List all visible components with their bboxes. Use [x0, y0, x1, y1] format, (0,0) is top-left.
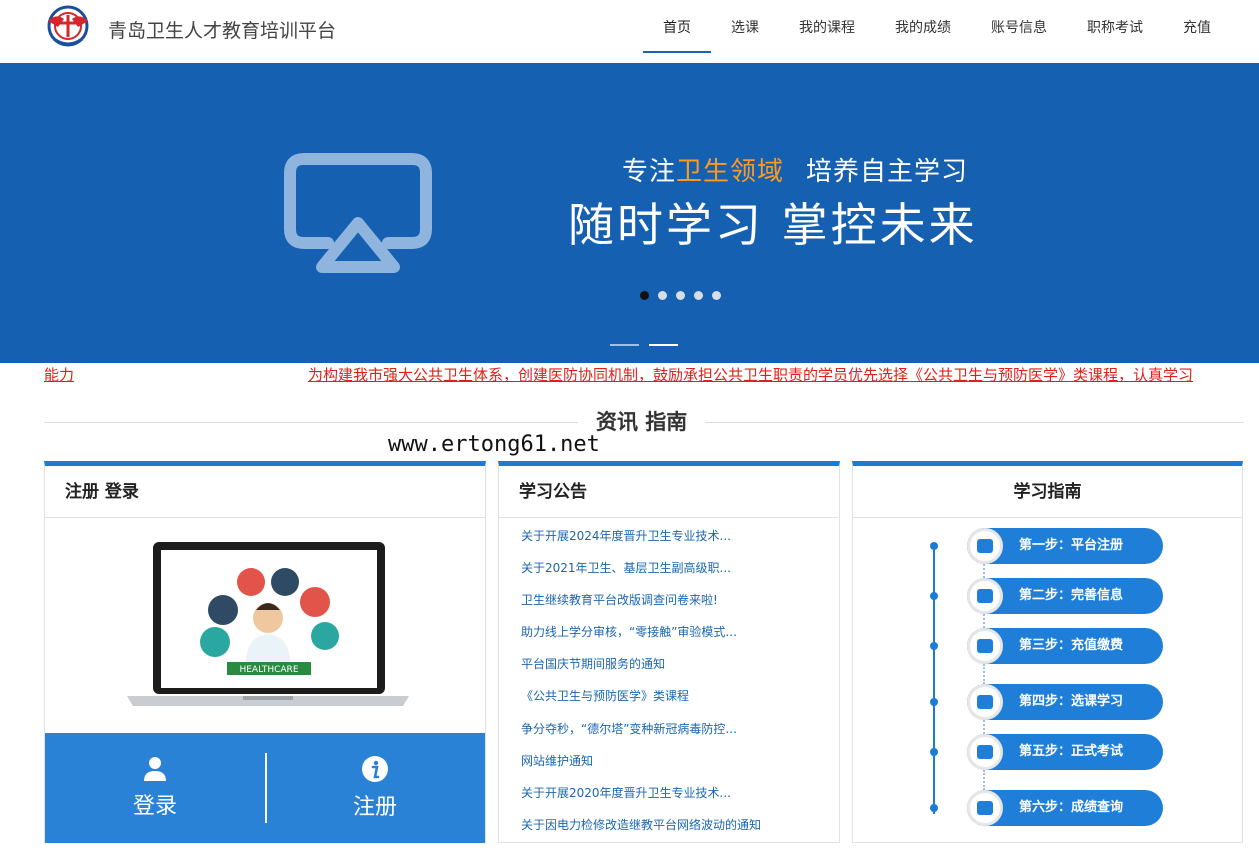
info-icon	[967, 578, 1003, 614]
notice-item[interactable]: 争分夺秒，“德尔塔”变种新冠病毒防控...	[521, 716, 839, 748]
auth-divider	[265, 753, 267, 823]
notice-panel: 学习公告 关于开展2024年度晋升卫生专业技术... 关于2021年卫生、基层卫…	[498, 461, 840, 843]
timeline-node	[930, 542, 938, 550]
laptop-badge-text: HEALTHCARE	[239, 665, 298, 675]
register-button[interactable]: 注册	[265, 733, 485, 843]
carousel-bar-1[interactable]	[610, 344, 639, 346]
info-circle-icon	[362, 756, 388, 782]
banner-subtitle: 专注卫生领域 培养自主学习	[622, 157, 969, 187]
step-connector	[983, 770, 985, 790]
nav-title-exam[interactable]: 职称考试	[1087, 0, 1143, 53]
step-connector	[983, 720, 985, 734]
nav-home[interactable]: 首页	[643, 0, 711, 53]
marquee-text[interactable]: 为构建我市强大公共卫生体系，创建医防协同机制，鼓励承担公共卫生职责的学员优先选择…	[308, 364, 1193, 385]
user-icon	[144, 757, 166, 781]
site-header: 青岛卫生人才教育培训平台 首页 选课 我的课程 我的成绩 账号信息 职称考试 充…	[0, 0, 1259, 63]
timeline-node	[930, 804, 938, 812]
hero-banner[interactable]: 专注卫生领域 培养自主学习 随时学习 掌控未来	[0, 63, 1259, 363]
screen-cast-icon	[284, 153, 432, 273]
carousel-dots	[640, 291, 730, 300]
notice-item[interactable]: 网站维护通知	[521, 748, 839, 780]
guide-step-5: 第五步：正式考试	[853, 734, 1244, 770]
database-icon	[967, 628, 1003, 664]
announcement-marquee: 能力 为构建我市强大公共卫生体系，创建医防协同机制，鼓励承担公共卫生职责的学员优…	[44, 363, 1244, 385]
notice-item[interactable]: 助力线上学分审核，“零接触”审验模式...	[521, 619, 839, 651]
carousel-dot-1[interactable]	[640, 291, 649, 300]
carousel-dot-3[interactable]	[676, 291, 685, 300]
notice-item[interactable]: 关于因电力检修改造继教平台网络波动的通知	[521, 812, 839, 844]
guide-step-4: 第四步：选课学习	[853, 684, 1244, 720]
guide-step-2: 第二步：完善信息	[853, 578, 1244, 614]
monitor-icon	[967, 684, 1003, 720]
register-label: 注册	[352, 795, 397, 820]
carousel-dot-4[interactable]	[694, 291, 703, 300]
carousel-dot-5[interactable]	[712, 291, 721, 300]
carousel-indicators	[610, 344, 688, 346]
marquee-text-tail[interactable]: 能力	[44, 364, 74, 385]
logo-icon[interactable]	[44, 5, 94, 47]
notice-item[interactable]: 《公共卫生与预防医学》类课程	[521, 683, 839, 715]
timeline-node	[930, 698, 938, 706]
notice-item[interactable]: 关于开展2024年度晋升卫生专业技术...	[521, 523, 839, 555]
nav-course-select[interactable]: 选课	[731, 0, 759, 53]
login-label: 登录	[132, 794, 177, 819]
notice-item[interactable]: 关于开展2020年度晋升卫生专业技术...	[521, 780, 839, 812]
nav-recharge[interactable]: 充值	[1183, 0, 1211, 53]
auth-bar: 登录 注册	[45, 733, 485, 843]
timeline-node	[930, 748, 938, 756]
carousel-bar-2[interactable]	[649, 344, 678, 346]
tablet-icon	[967, 734, 1003, 770]
healthcare-laptop-image: HEALTHCARE	[127, 542, 409, 706]
site-title: 青岛卫生人才教育培训平台	[108, 20, 337, 42]
timeline-node	[930, 642, 938, 650]
step-connector	[983, 564, 985, 578]
step-connector	[983, 664, 985, 684]
guide-step-3: 第三步：充值缴费	[853, 628, 1244, 664]
watermark: www.ertong61.net	[388, 432, 600, 457]
login-button[interactable]: 登录	[45, 733, 265, 843]
carousel-dot-2[interactable]	[658, 291, 667, 300]
timeline-node	[930, 592, 938, 600]
nav-my-scores[interactable]: 我的成绩	[895, 0, 951, 53]
guide-panel: 学习指南 第一步：平台注册 第二步：完善信息 第三步：充值缴费 第四步：选课学习…	[852, 461, 1243, 843]
guide-step-1: 第一步：平台注册	[853, 528, 1244, 564]
keyboard-icon	[967, 790, 1003, 826]
notice-list: 关于开展2024年度晋升卫生专业技术... 关于2021年卫生、基层卫生副高级职…	[499, 518, 839, 844]
notice-panel-title: 学习公告	[499, 466, 839, 518]
step-connector	[983, 614, 985, 628]
login-panel: 注册 登录 HEALTHCARE 登录 注册	[44, 461, 486, 843]
guide-step-6: 第六步：成绩查询	[853, 790, 1244, 826]
notice-item[interactable]: 卫生继续教育平台改版调查问卷来啦!	[521, 587, 839, 619]
nav-account-info[interactable]: 账号信息	[991, 0, 1047, 53]
banner-headline: 随时学习 掌控未来	[568, 198, 978, 252]
main-nav: 首页 选课 我的课程 我的成绩 账号信息 职称考试 充值	[643, 0, 1251, 53]
notice-item[interactable]: 关于2021年卫生、基层卫生副高级职...	[521, 555, 839, 587]
guide-panel-title: 学习指南	[853, 466, 1242, 518]
nav-my-courses[interactable]: 我的课程	[799, 0, 855, 53]
notice-item[interactable]: 平台国庆节期间服务的通知	[521, 651, 839, 683]
login-panel-title: 注册 登录	[45, 466, 485, 518]
home-icon	[967, 528, 1003, 564]
